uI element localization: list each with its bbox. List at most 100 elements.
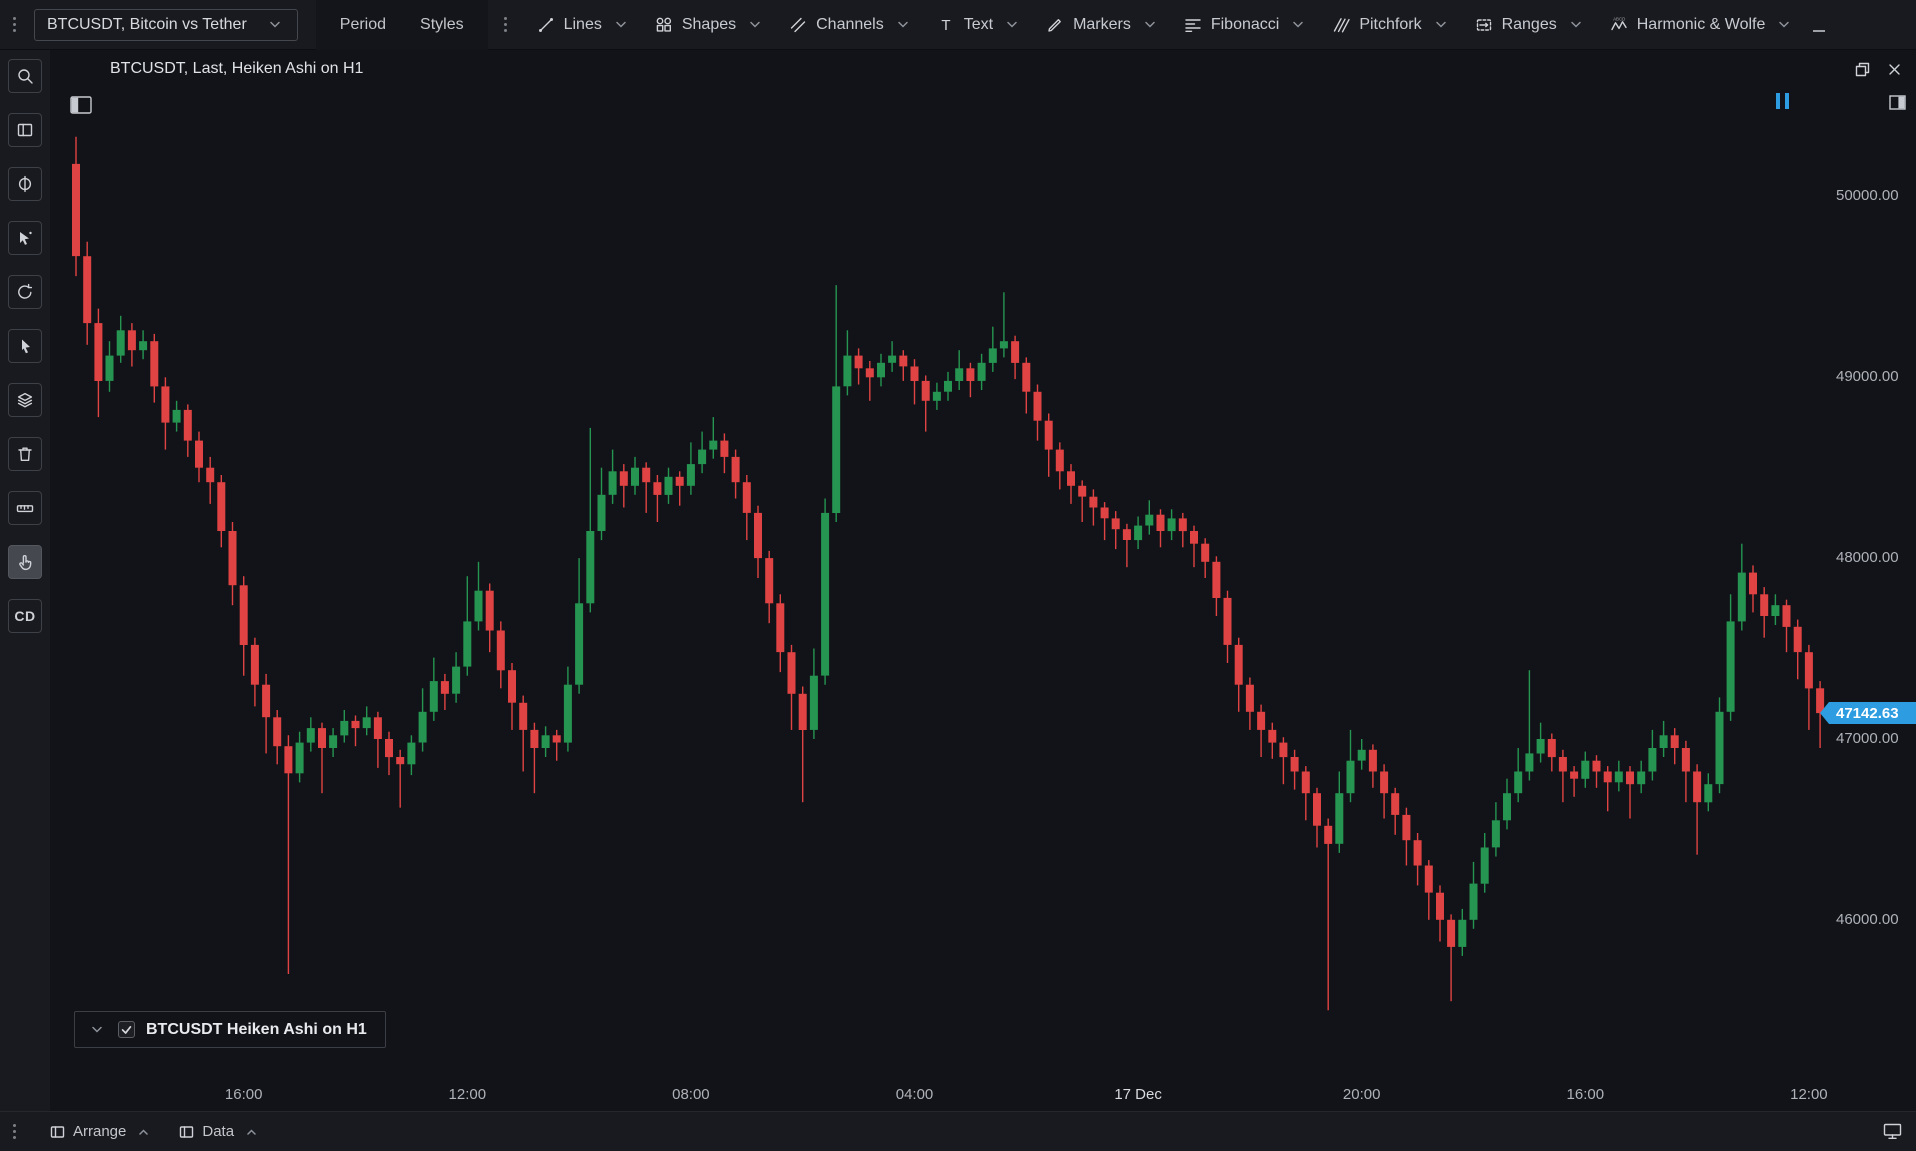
delete-drawings-button[interactable] bbox=[8, 437, 42, 471]
symbol-selector[interactable]: BTCUSDT, Bitcoin vs Tether bbox=[34, 9, 298, 41]
legend-expand-chevron[interactable] bbox=[87, 1022, 107, 1037]
candle bbox=[1291, 750, 1299, 790]
layers-button[interactable] bbox=[8, 383, 42, 417]
tool-lines-button[interactable]: Lines bbox=[528, 9, 640, 41]
markers-dropdown-chevron[interactable] bbox=[1140, 17, 1160, 32]
cursor-tool-button[interactable] bbox=[8, 329, 42, 363]
candle bbox=[1760, 587, 1768, 638]
candle bbox=[1369, 744, 1377, 787]
toolbar-collapse-icon[interactable] bbox=[1811, 15, 1827, 35]
toolbar-drag-handle-icon[interactable] bbox=[4, 17, 24, 32]
candle bbox=[475, 562, 483, 631]
candle bbox=[1481, 833, 1489, 893]
candle bbox=[519, 696, 527, 772]
tools-drag-handle-icon[interactable] bbox=[496, 17, 516, 32]
candle bbox=[1324, 819, 1332, 1011]
tool-text-button[interactable]: T Text bbox=[928, 9, 1031, 41]
tool-label: Ranges bbox=[1502, 16, 1557, 34]
snap-cursor-icon bbox=[16, 229, 34, 247]
shapes-dropdown-chevron[interactable] bbox=[745, 17, 765, 32]
candle bbox=[251, 638, 259, 707]
sync-button[interactable] bbox=[8, 275, 42, 309]
arrange-button[interactable]: Arrange bbox=[50, 1123, 153, 1140]
popout-pane-icon[interactable] bbox=[1854, 61, 1871, 78]
cd-mode-button[interactable]: CD bbox=[8, 599, 42, 633]
candle bbox=[273, 710, 281, 764]
candle bbox=[486, 584, 494, 653]
price-axis[interactable]: 50000.0049000.0048000.0047000.0046000.00… bbox=[1829, 88, 1916, 1078]
candle bbox=[1660, 721, 1668, 757]
display-settings-icon[interactable] bbox=[1883, 1123, 1916, 1140]
candle bbox=[1749, 565, 1757, 612]
search-button[interactable] bbox=[8, 59, 42, 93]
lines-dropdown-chevron[interactable] bbox=[611, 17, 631, 32]
candle bbox=[1593, 755, 1601, 788]
snap-cursor-button[interactable] bbox=[8, 221, 42, 255]
candle bbox=[553, 730, 561, 761]
tool-harmonic-wolfe-button[interactable]: ABCD Harmonic & Wolfe bbox=[1601, 9, 1804, 41]
pitchfork-dropdown-chevron[interactable] bbox=[1431, 17, 1451, 32]
candle bbox=[754, 506, 762, 578]
time-tick-label: 04:00 bbox=[896, 1086, 934, 1103]
candle bbox=[933, 383, 941, 410]
ranges-icon bbox=[1475, 16, 1493, 34]
legend-checkbox[interactable] bbox=[118, 1021, 135, 1038]
text-icon: T bbox=[937, 16, 955, 34]
styles-button[interactable]: Styles bbox=[420, 16, 464, 34]
candle bbox=[1201, 538, 1209, 578]
channels-dropdown-chevron[interactable] bbox=[893, 17, 913, 32]
pointer-mode-button[interactable] bbox=[8, 545, 42, 579]
candle bbox=[1648, 730, 1656, 781]
period-button[interactable]: Period bbox=[340, 16, 386, 34]
candle bbox=[1358, 739, 1366, 770]
statusbar-drag-handle-icon[interactable] bbox=[4, 1124, 24, 1139]
magnet-mode-button[interactable] bbox=[8, 167, 42, 201]
data-label: Data bbox=[202, 1123, 234, 1140]
time-tick-label: 12:00 bbox=[1790, 1086, 1828, 1103]
harmonic-dropdown-chevron[interactable] bbox=[1774, 17, 1794, 32]
tool-label: Harmonic & Wolfe bbox=[1637, 16, 1766, 34]
pane-layout-button[interactable] bbox=[8, 113, 42, 147]
tool-channels-button[interactable]: Channels bbox=[780, 9, 922, 41]
time-tick-label: 08:00 bbox=[672, 1086, 710, 1103]
chart-header: BTCUSDT, Last, Heiken Ashi on H1 bbox=[50, 50, 1916, 88]
chart-plot-area[interactable]: BTCUSDT Heiken Ashi on H1 bbox=[50, 88, 1829, 1078]
ranges-dropdown-chevron[interactable] bbox=[1566, 17, 1586, 32]
series-legend[interactable]: BTCUSDT Heiken Ashi on H1 bbox=[74, 1011, 386, 1048]
maximize-pane-icon[interactable] bbox=[1889, 95, 1906, 110]
candle bbox=[1112, 511, 1120, 549]
tool-fibonacci-button[interactable]: Fibonacci bbox=[1175, 9, 1317, 41]
pointing-finger-icon bbox=[16, 553, 34, 571]
candle bbox=[1123, 524, 1131, 567]
candle bbox=[1145, 500, 1153, 534]
candle bbox=[1794, 620, 1802, 680]
candle bbox=[1693, 764, 1701, 854]
candle bbox=[966, 363, 974, 397]
candle bbox=[117, 316, 125, 363]
pane-split-icon[interactable] bbox=[70, 96, 92, 114]
time-tick-label: 16:00 bbox=[1567, 1086, 1605, 1103]
time-axis[interactable]: 16:0012:0008:0004:0017 Dec20:0016:0012:0… bbox=[50, 1078, 1916, 1111]
text-dropdown-chevron[interactable] bbox=[1002, 17, 1022, 32]
ruler-icon bbox=[16, 499, 34, 517]
tool-shapes-button[interactable]: Shapes bbox=[646, 9, 774, 41]
candle bbox=[598, 468, 606, 540]
candle bbox=[1212, 556, 1220, 616]
candle bbox=[83, 242, 91, 345]
candle bbox=[665, 468, 673, 504]
tool-pitchfork-button[interactable]: Pitchfork bbox=[1323, 9, 1459, 41]
tool-markers-button[interactable]: Markers bbox=[1037, 9, 1169, 41]
close-pane-icon[interactable] bbox=[1887, 61, 1902, 78]
arrange-label: Arrange bbox=[73, 1123, 126, 1140]
candle bbox=[1447, 914, 1455, 1001]
data-button[interactable]: Data bbox=[179, 1123, 261, 1140]
candle bbox=[1615, 761, 1623, 792]
measure-button[interactable] bbox=[8, 491, 42, 525]
tool-ranges-button[interactable]: Ranges bbox=[1466, 9, 1595, 41]
candle bbox=[1268, 723, 1276, 759]
autoscroll-paused-icon[interactable] bbox=[1776, 93, 1789, 109]
candle bbox=[1302, 766, 1310, 820]
candle bbox=[128, 323, 136, 366]
fibonacci-dropdown-chevron[interactable] bbox=[1288, 17, 1308, 32]
candle bbox=[1022, 357, 1030, 413]
